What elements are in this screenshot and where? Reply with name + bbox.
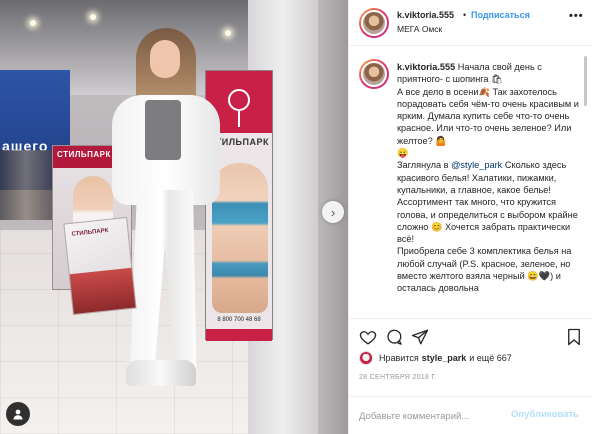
location-link[interactable]: МЕГА Омск — [397, 24, 442, 34]
post-caption: k.viktoria.555 Начала свой день с приятн… — [397, 61, 581, 295]
chevron-right-icon: › — [330, 204, 336, 220]
avatar[interactable] — [359, 8, 389, 38]
banner-phone: 8 800 700 48 68 — [217, 317, 261, 323]
white-sneakers — [126, 360, 196, 386]
bag-logo: СТИЛЬПАРК — [71, 227, 109, 238]
grey-top — [145, 100, 181, 160]
banner-model — [212, 163, 268, 313]
liker-username[interactable]: style_park — [422, 353, 467, 363]
tagged-users-button[interactable] — [6, 402, 30, 426]
post-date[interactable]: 28 СЕНТЯБРЯ 2018 Г. — [359, 374, 437, 381]
mention-link[interactable]: @style_park — [451, 160, 502, 170]
background-people — [0, 150, 52, 220]
ceiling-light — [225, 30, 231, 36]
add-comment-bar: Опубликовать — [349, 396, 592, 434]
username-link[interactable]: k.viktoria.555 — [397, 10, 454, 20]
user-tag-icon — [13, 409, 23, 420]
action-bar — [349, 318, 592, 348]
publish-button[interactable]: Опубликовать — [511, 409, 579, 420]
comments-area: k.viktoria.555 Начала свой день с приятн… — [349, 47, 585, 317]
separator-dot: • — [463, 10, 467, 20]
post-header: k.viktoria.555 • Подписаться МЕГА Омск •… — [349, 0, 592, 46]
ceiling-light — [90, 14, 96, 20]
ceiling-light — [30, 20, 36, 26]
likes-count[interactable]: и ещё 667 — [469, 353, 511, 363]
caption-text: Начала свой день с приятного- с шопинга … — [397, 62, 579, 171]
instagram-post: ашего СТИЛЬПАРК СТИЛЬПАРК 8 800 700 48 6… — [0, 0, 592, 434]
heart-icon[interactable] — [359, 328, 377, 346]
caption-scrollbar[interactable] — [584, 56, 587, 106]
likes-prefix: Нравится — [379, 353, 419, 363]
post-sidebar: k.viktoria.555 • Подписаться МЕГА Омск •… — [348, 0, 592, 434]
woman-face — [150, 40, 180, 78]
liker-avatar — [359, 351, 373, 365]
follow-button[interactable]: Подписаться — [471, 10, 530, 20]
more-options-icon[interactable]: ••• — [569, 10, 584, 22]
banner-bottom — [206, 329, 272, 341]
share-icon[interactable] — [411, 328, 429, 346]
comment-input[interactable] — [359, 406, 509, 426]
post-photo[interactable]: ашего СТИЛЬПАРК СТИЛЬПАРК 8 800 700 48 6… — [0, 0, 348, 434]
next-photo-button[interactable]: › — [322, 201, 344, 223]
caption-username[interactable]: k.viktoria.555 — [397, 62, 455, 72]
shopping-bag: СТИЛЬПАРК — [63, 216, 137, 316]
likes-summary[interactable]: Нравится style_park и ещё 667 — [359, 350, 589, 366]
caption-text-continued: Сколько здесь красивого белья! Халатики,… — [397, 160, 578, 294]
flower-logo-icon — [228, 89, 250, 127]
avatar[interactable] — [359, 59, 389, 89]
bookmark-icon[interactable] — [565, 328, 583, 346]
bag-print — [69, 267, 136, 314]
comment-icon[interactable] — [385, 328, 403, 346]
